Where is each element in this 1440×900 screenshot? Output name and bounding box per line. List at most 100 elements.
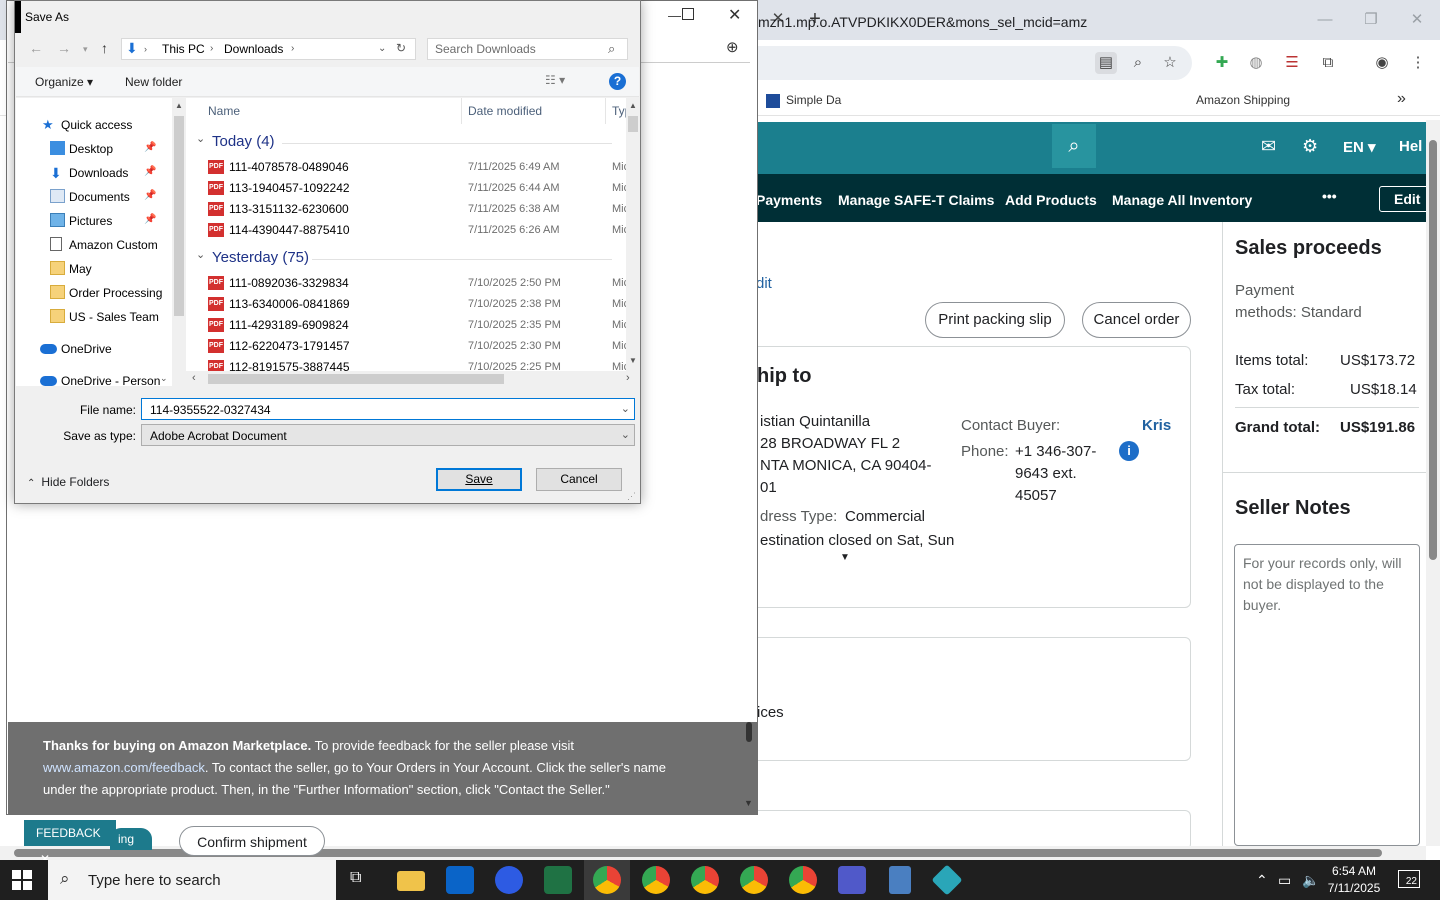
group-yesterday[interactable]: Yesterday (75) [212,249,309,266]
nav-quick-access[interactable]: ★ Quick access [16,113,172,137]
chrome-icon[interactable] [740,866,768,894]
profile-icon[interactable]: ◉ [1371,52,1393,74]
pdf-minimize-icon[interactable]: — [668,8,681,23]
scroll-down-icon[interactable]: ▼ [629,356,637,365]
nav-edit-button[interactable]: Edit [1379,186,1431,212]
extension-list-icon[interactable]: ☰ [1281,52,1303,74]
column-header-name[interactable]: Name [208,98,462,124]
file-list-vscrollbar[interactable]: ▲ ▼ [626,98,640,371]
nav-pictures[interactable]: Pictures 📌 [16,209,172,233]
notifications-icon[interactable]: 22 [1398,870,1420,888]
help-icon[interactable]: ? [609,73,626,90]
info-icon[interactable]: i [1119,441,1139,461]
nav-scroll-thumb[interactable] [174,116,184,316]
forward-arrow-icon[interactable]: → [57,40,71,56]
collapse-group-icon[interactable]: ⌄ [196,248,205,261]
up-arrow-icon[interactable]: ↑ [101,40,108,56]
restore-icon[interactable]: ❐ [1356,8,1386,32]
extension-globe-icon[interactable]: ◍ [1245,52,1267,74]
scroll-up-icon[interactable]: ▲ [175,101,183,110]
file-row[interactable]: PDF 112-6220473-1791457 7/10/2025 2:30 P… [186,336,626,357]
recent-locations-icon[interactable]: ▾ [83,44,88,55]
show-hidden-icons-icon[interactable]: ⌃ [1256,872,1268,889]
minimize-icon[interactable]: — [1310,8,1340,32]
cancel-order-button[interactable]: Cancel order [1082,302,1191,338]
teams-icon[interactable] [838,866,866,894]
mail-icon[interactable]: ✉ [1261,136,1276,157]
calculator-icon[interactable] [889,866,911,894]
pdf-scroll-down-icon[interactable]: ▼ [744,798,753,808]
column-header-type[interactable]: Type [612,98,626,124]
close-window-icon[interactable]: ✕ [1402,8,1432,32]
save-button[interactable]: Save [436,468,522,491]
pdf-zoom-icon[interactable]: ⊕ [726,38,739,56]
pdf-scroll-thumb[interactable] [746,722,752,742]
pdf-maximize-icon[interactable] [682,8,694,20]
nav-onedrive[interactable]: OneDrive [16,337,172,361]
contact-buyer-link[interactable]: Kris [1142,417,1171,434]
gear-icon[interactable]: ⚙ [1302,136,1318,157]
pdf-close-icon[interactable]: ✕ [728,5,741,25]
search-box[interactable]: Search Downloads ⌕ [427,38,628,60]
file-hscroll-thumb[interactable] [208,374,504,384]
nav-manage-safe-t-claims[interactable]: Manage SAFE-T Claims [838,192,994,208]
edit-link[interactable]: dit [756,275,772,292]
nav-downloads[interactable]: ⬇ Downloads 📌 [16,161,172,185]
nav-more-icon[interactable]: ••• [1322,188,1337,204]
network-icon[interactable]: ▭ [1278,872,1291,889]
address-breadcrumb[interactable]: ⬇ › This PC › Downloads › ⌄ ↻ [121,38,416,60]
nav-add-products[interactable]: Add Products [1005,192,1097,208]
breadcrumb-downloads[interactable]: Downloads [224,42,283,56]
chrome-icon[interactable] [691,866,719,894]
extensions-puzzle-icon[interactable]: ⧉ [1317,52,1339,74]
organize-menu[interactable]: Organize ▾ [35,75,93,89]
chrome-icon[interactable] [593,866,621,894]
language-selector[interactable]: EN ▾ [1343,138,1376,156]
excel-icon[interactable] [544,866,572,894]
zoom-app-icon[interactable] [495,866,523,894]
taskbar-search[interactable]: ⌕ Type here to search [48,860,336,900]
task-view-icon[interactable]: ⧉ [350,869,361,887]
shipping-tab[interactable]: ing [110,828,152,850]
breadcrumb-this-pc[interactable]: This PC [162,42,205,56]
seller-notes-textarea[interactable]: For your records only, will not be displ… [1234,544,1420,846]
chrome-icon[interactable] [789,866,817,894]
nav-onedrive-personal[interactable]: OneDrive - Person ⌄ [16,369,172,386]
system-clock[interactable]: 6:54 AM 7/11/2025 [1322,863,1386,897]
file-row[interactable]: PDF 111-4293189-6909824 7/10/2025 2:35 P… [186,315,626,336]
file-row[interactable]: PDF 113-3151132-6230600 7/11/2025 6:38 A… [186,199,626,220]
resize-grip-icon[interactable]: ⋰ [627,491,636,502]
file-explorer-icon[interactable] [397,871,425,891]
nav-may[interactable]: May [16,257,172,281]
file-row[interactable]: PDF 112-8191575-3887445 7/10/2025 2:25 P… [186,357,626,371]
print-packing-slip-button[interactable]: Print packing slip [925,302,1065,338]
page-scroll-thumb[interactable] [1429,140,1437,560]
scroll-right-icon[interactable]: › [626,372,630,384]
chevron-down-icon[interactable]: ⌄ [621,428,630,441]
hide-folders-toggle[interactable]: ⌃ Hide Folders [27,475,109,489]
zoom-icon[interactable]: ⌕ [1127,52,1149,74]
windows-start-icon[interactable] [12,870,32,890]
chrome-menu-icon[interactable]: ⋮ [1407,52,1429,74]
file-name-input[interactable]: 114-9355522-0327434 ⌄ [141,398,635,420]
search-icon[interactable]: ⌕ [1052,124,1096,168]
more-bookmarks-icon[interactable]: » [1397,90,1406,108]
scroll-up-icon[interactable]: ▲ [629,101,637,110]
chevron-down-icon[interactable]: ⌄ [621,402,630,415]
search-icon[interactable]: ⌕ [608,41,615,57]
nav-payments[interactable]: Payments [756,192,822,208]
feedback-link[interactable]: www.amazon.com/feedback [43,760,205,775]
scroll-left-icon[interactable]: ‹ [192,372,196,384]
file-row[interactable]: PDF 111-4078578-0489046 7/11/2025 6:49 A… [186,157,626,178]
expand-icon[interactable]: ⌄ [160,373,168,384]
collapse-group-icon[interactable]: ⌄ [196,132,205,145]
file-row[interactable]: PDF 113-1940457-1092242 7/11/2025 6:44 A… [186,178,626,199]
nav-desktop[interactable]: Desktop 📌 [16,137,172,161]
cancel-button[interactable]: Cancel [536,468,622,491]
back-arrow-icon[interactable]: ← [29,40,43,56]
refresh-icon[interactable]: ↻ [396,41,406,55]
column-header-date[interactable]: Date modified [468,98,606,124]
confirm-shipment-button[interactable]: Confirm shipment [179,826,325,856]
address-bar[interactable] [740,46,1192,80]
file-row[interactable]: PDF 111-0892036-3329834 7/10/2025 2:50 P… [186,273,626,294]
